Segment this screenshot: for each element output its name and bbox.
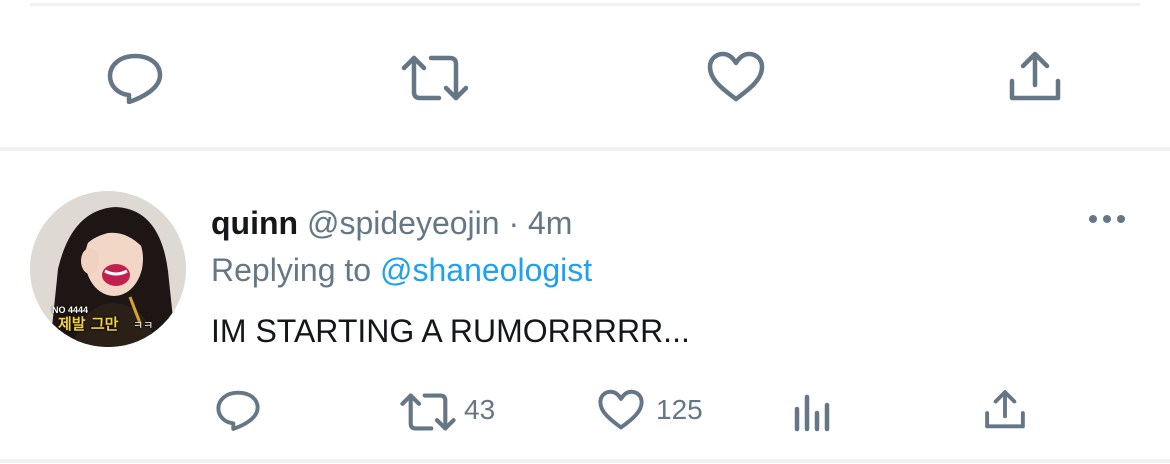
tweet-text: IM STARTING A RUMORRRRR... [211,313,690,349]
timestamp[interactable]: 4m [528,205,572,241]
reply-mention-link[interactable]: @shaneologist [380,252,592,288]
like-icon[interactable] [598,389,644,431]
bottom-separator [0,459,1170,463]
like-icon[interactable] [707,51,765,103]
like-count: 125 [656,394,703,425]
analytics-icon[interactable] [793,391,833,433]
reply-icon[interactable] [216,389,260,431]
retweet-count: 43 [464,394,496,425]
share-icon[interactable] [1008,51,1062,103]
user-handle[interactable]: @spideyeojin [307,205,500,241]
tweet-header: quinn @spideyeojin · 4m [211,204,572,242]
avatar-caption: 제발 그만 [58,315,119,333]
top-divider [30,3,1140,6]
section-separator [0,147,1170,151]
replying-to-line: Replying to @shaneologist [211,251,592,289]
share-icon[interactable] [984,389,1026,431]
retweet-icon[interactable] [400,392,456,432]
reply-icon[interactable] [107,52,163,104]
retweet-icon[interactable] [401,54,469,102]
avatar-caption-suffix: ㅋㅋ [133,319,154,332]
replying-to-label: Replying to [211,252,372,288]
header-separator: · [508,205,520,241]
more-options-icon[interactable] [1088,212,1126,226]
display-name[interactable]: quinn [211,205,298,241]
